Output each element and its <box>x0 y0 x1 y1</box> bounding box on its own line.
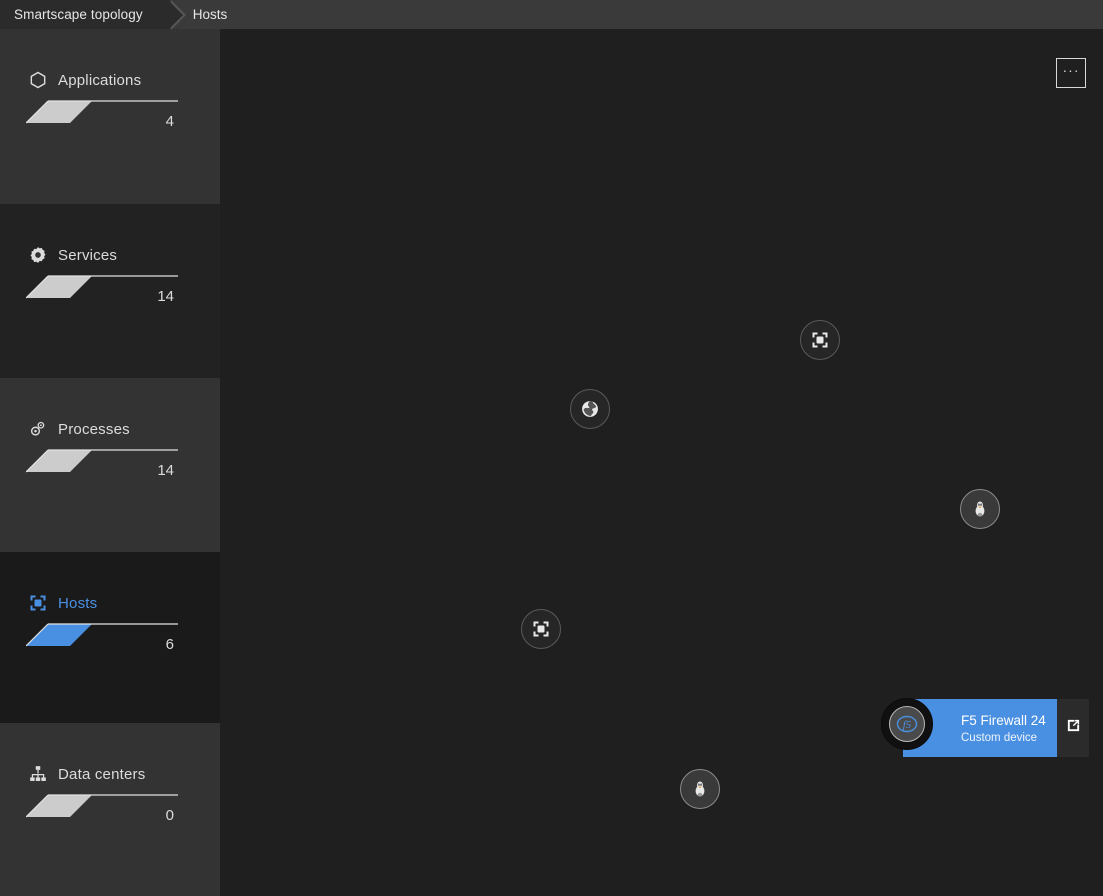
node-info-subtitle: Custom device <box>961 731 1038 744</box>
sidebar-item-data-centers[interactable]: Data centers 0 <box>0 723 220 896</box>
open-in-new-button[interactable] <box>1057 699 1089 757</box>
sidebar-item-header: Applications <box>0 65 220 95</box>
host-icon <box>28 593 48 613</box>
sidebar-item-label: Services <box>58 246 118 264</box>
sidebar-item-bar <box>26 789 178 837</box>
external-link-icon <box>1066 718 1081 738</box>
sidebar-item-label: Data centers <box>58 765 146 783</box>
svg-text:f5: f5 <box>903 719 912 731</box>
sidebar-item-count: 14 <box>157 462 174 479</box>
sidebar-item-count: 14 <box>157 288 174 305</box>
breadcrumb-label-smartscape: Smartscape topology <box>14 7 143 22</box>
node-info-title: F5 Firewall 24 <box>961 712 1046 728</box>
breadcrumb-item-smartscape-topology[interactable]: Smartscape topology <box>0 0 186 30</box>
linux-icon <box>970 499 990 519</box>
sidebar-item-count: 4 <box>165 113 174 130</box>
breadcrumb-label-hosts: Hosts <box>192 7 228 22</box>
topology-node-host[interactable] <box>800 320 840 360</box>
sidebar-item-bar <box>26 444 178 492</box>
topology-node-linux[interactable] <box>960 489 1000 529</box>
breadcrumb-bar: Smartscape topology Hosts <box>0 0 1103 30</box>
topology-node-linux[interactable] <box>680 769 720 809</box>
sidebar-item-processes[interactable]: Processes 14 <box>0 378 220 552</box>
sidebar-item-label: Hosts <box>58 594 98 612</box>
host-icon <box>531 619 551 639</box>
sidebar-item-bar <box>26 270 178 318</box>
sidebar-item-label: Applications <box>58 71 142 89</box>
topology-canvas[interactable]: ··· f5 F5 Firewall 24 Custom device <box>220 29 1103 896</box>
globe-icon <box>580 399 600 419</box>
sidebar-item-header: Hosts <box>0 588 220 618</box>
topology-node-host[interactable] <box>521 609 561 649</box>
sidebar-item-header: Data centers <box>0 759 220 789</box>
processes-icon <box>28 419 48 439</box>
sidebar-item-label: Processes <box>58 420 130 438</box>
smartscape-layer-sidebar: Applications 4 Services 14 Processes 14 Hosts 6… <box>0 29 220 896</box>
sidebar-item-header: Services <box>0 240 220 270</box>
sidebar-item-header: Processes <box>0 414 220 444</box>
avatar: f5 <box>881 698 933 750</box>
topology-node-globe[interactable] <box>570 389 610 429</box>
more-options-button[interactable]: ··· <box>1056 58 1086 88</box>
sidebar-item-count: 0 <box>165 807 174 824</box>
hexagon-icon <box>28 70 48 90</box>
node-info-card[interactable]: f5 F5 Firewall 24 Custom device <box>881 698 1089 757</box>
sidebar-item-bar <box>26 95 178 143</box>
sidebar-item-services[interactable]: Services 14 <box>0 204 220 378</box>
sidebar-item-bar <box>26 618 178 666</box>
gear-icon <box>28 245 48 265</box>
datacenter-icon <box>28 764 48 784</box>
more-options-label: ··· <box>1062 61 1080 78</box>
host-icon <box>810 330 830 350</box>
sidebar-item-applications[interactable]: Applications 4 <box>0 29 220 204</box>
f5-logo-icon: f5 <box>889 706 925 742</box>
linux-icon <box>690 779 710 799</box>
sidebar-item-count: 6 <box>165 636 174 653</box>
sidebar-item-hosts[interactable]: Hosts 6 <box>0 552 220 723</box>
